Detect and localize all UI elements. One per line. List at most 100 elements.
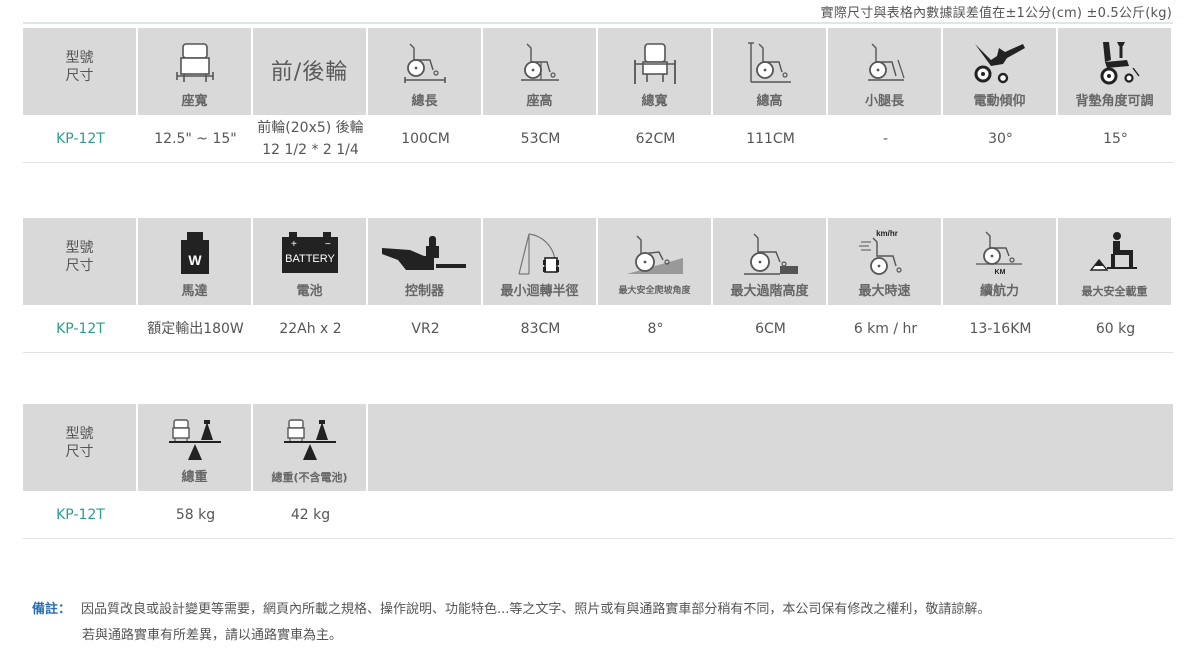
header-label: 電池 [296,284,323,299]
value-cell: - [882,130,889,147]
header-battery: + − BATTERY 電池 [253,218,368,305]
header-total-width: 總寬 [598,28,713,115]
controller-icon [381,236,466,270]
header-slope-angle: 最大安全爬坡角度 [598,218,713,305]
step-height-icon [743,233,798,275]
spec-table-weight: 型號 尺寸 總重 總重(不含電池) KP-12T 58 kg 42 kg [23,404,1173,539]
header-leg-length: 小腿長 [828,28,943,115]
corner-size-label: 尺寸 [65,443,94,460]
remark-note: 備註： 因品質改良或設計變更等需要，網頁內所載之規格、操作說明、功能特色...等之… [32,597,990,649]
tolerance-note: 實際尺寸與表格內數據誤差值在±1公分(cm) ±0.5公斤(kg) [820,6,1172,21]
value-cell: 前輪(20x5) 後輪 12 1/2 * 2 1/4 [257,119,364,158]
svg-text:KM: KM [994,269,1005,276]
remark-line-2: 若與通路實車有所差異，請以通路實車為主。 [82,628,343,643]
value-cell: 額定輸出180W [147,320,244,337]
header-label: 最大時速 [858,284,911,299]
header-step-height: 最大過階高度 [713,218,828,305]
remark-line-1: 因品質改良或設計變更等需要，網頁內所載之規格、操作說明、功能特色...等之文字、… [81,602,991,617]
value-cell: VR2 [411,320,440,337]
svg-text:+: + [291,239,297,250]
header-label: 座寬 [181,94,208,109]
total-height-icon [747,42,791,83]
value-cell: 62CM [635,130,676,147]
max-load-icon [1089,232,1137,271]
backrest-adjust-icon [1100,42,1140,85]
corner-model-label: 型號 [65,49,94,66]
leg-length-icon [867,43,905,81]
header-row: 型號 尺寸 總重 總重(不含電池) [23,404,1173,491]
header-label: 最小迴轉半徑 [500,284,579,299]
value-cell: 58 kg [175,506,216,523]
value-cell: 6 km / hr [853,320,918,337]
header-label: 總重 [181,470,208,485]
header-backrest-adjust: 背墊角度可調 [1058,28,1173,115]
svg-text:km/hr: km/hr [876,229,898,238]
corner-model-label: 型號 [65,239,94,256]
header-row: 型號 尺寸 W 馬達 + − BATTERY 電池 控制器 最小迴轉半徑 最大安… [23,218,1173,305]
header-label: 總長 [411,94,438,109]
turning-radius-icon [517,233,559,275]
header-weight-no-battery: 總重(不含電池) [253,404,368,491]
header-label: 續航力 [979,284,1019,299]
header-label: 最大安全載重 [1081,285,1148,298]
value-cell: 100CM [401,130,450,147]
total-width-icon [633,43,676,84]
value-cell: 30° [988,130,1013,147]
svg-text:BATTERY: BATTERY [285,253,335,265]
value-cell: 83CM [520,320,561,337]
value-cell: 6CM [755,320,786,337]
header-label: 總高 [756,94,783,109]
header-range: KM 續航力 [943,218,1058,305]
seat-width-icon [175,43,214,82]
value-cell: 22Ah x 2 [279,320,342,337]
corner-header: 型號 尺寸 [23,28,138,115]
header-label: 電動傾仰 [973,94,1026,109]
value-cell: 53CM [520,130,561,147]
model-cell: KP-12T [56,130,105,147]
value-cell: 15° [1103,130,1128,147]
filler-cell [368,491,1173,538]
header-label: 總重(不含電池) [271,471,348,484]
header-seat-width: 座寬 [138,28,253,115]
header-seat-height: 座高 [483,28,598,115]
top-divider [23,22,1173,24]
range-icon: KM [975,231,1022,276]
speed-icon: km/hr [858,229,902,275]
corner-size-label: 尺寸 [65,67,94,84]
header-label: 小腿長 [864,94,904,109]
total-length-icon [403,43,446,83]
corner-size-label: 尺寸 [65,257,94,274]
corner-model-label: 型號 [65,425,94,442]
motor-icon: W [180,232,209,274]
value-cell: 111CM [746,130,795,147]
header-label: 總寬 [641,94,668,109]
header-label: 座高 [526,94,553,109]
header-turning-radius: 最小迴轉半徑 [483,218,598,305]
header-motor: W 馬達 [138,218,253,305]
electric-tilt-icon [974,44,1025,84]
header-total-weight: 總重 [138,404,253,491]
header-total-height: 總高 [713,28,828,115]
slope-angle-icon [626,235,683,274]
spec-table-performance: 型號 尺寸 W 馬達 + − BATTERY 電池 控制器 最小迴轉半徑 最大安… [23,218,1173,353]
header-label: 馬達 [181,284,208,299]
header-label: 控制器 [404,284,444,299]
value-cell: 42 kg [290,506,331,523]
header-label: 最大安全爬坡角度 [618,286,691,296]
table-row: KP-12T 12.5" ~ 15" 前輪(20x5) 後輪 12 1/2 * … [23,115,1173,163]
model-cell: KP-12T [56,320,105,337]
remark-label: 備註： [32,602,72,617]
header-speed: km/hr 最大時速 [828,218,943,305]
header-wheels: 前/後輪 [253,28,368,115]
weight-scale-icon [168,419,221,460]
value-cell: 13-16KM [969,320,1032,337]
battery-icon: + − BATTERY [281,232,338,273]
header-row: 型號 尺寸 座寬 前/後輪 總長 座高 總寬 總高 小腿長 電動傾仰 背墊角度可… [23,28,1173,115]
corner-header: 型號 尺寸 [23,218,138,305]
wheels-heading: 前/後輪 [270,60,349,85]
header-max-load: 最大安全載重 [1058,218,1173,305]
value-cell: 12.5" ~ 15" [154,130,237,147]
corner-header: 型號 尺寸 [23,404,138,491]
svg-text:−: − [325,239,331,250]
model-cell: KP-12T [56,506,105,523]
